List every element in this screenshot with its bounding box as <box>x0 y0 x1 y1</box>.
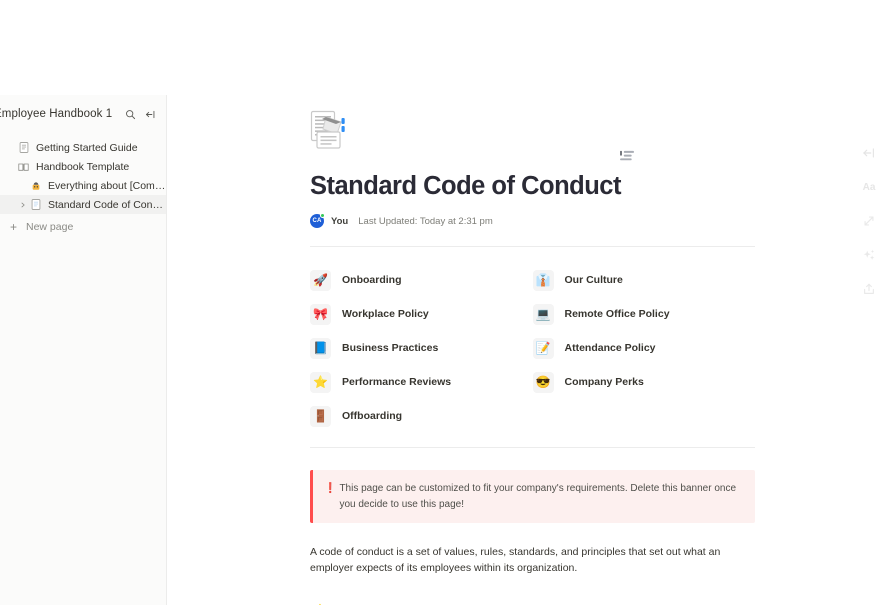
search-icon[interactable] <box>125 109 136 120</box>
avatar[interactable]: CA <box>310 213 325 229</box>
expand-fullwidth-icon[interactable] <box>861 213 877 229</box>
sunglasses-face-icon: 😎 <box>532 371 554 393</box>
list-item[interactable]: 🚪 Offboarding <box>310 399 533 433</box>
open-book-icon <box>16 162 31 172</box>
divider-bottom <box>310 447 755 449</box>
memo-icon: 📝 <box>532 337 554 359</box>
door-icon: 🚪 <box>310 405 331 427</box>
online-status-dot <box>320 213 325 219</box>
sidebar-item-label: Everything about [Company] <box>48 179 166 192</box>
collapse-sidebar-icon[interactable] <box>145 109 156 120</box>
links-column-right: 👔 Our Culture 💻 Remote Office Policy 📝 A… <box>532 263 756 433</box>
document-icon <box>16 142 31 153</box>
sidebar-item-label: Handbook Template <box>36 160 130 173</box>
ai-sparkle-icon[interactable] <box>861 247 877 263</box>
sidebar-item-handbook-template[interactable]: Handbook Template <box>0 157 166 176</box>
warning-banner-text: This page can be customized to fit your … <box>339 483 737 510</box>
workspace-title[interactable]: Employee Handbook 1 <box>0 108 125 120</box>
share-upload-icon[interactable] <box>861 281 877 297</box>
laptop-icon: 💻 <box>532 303 554 325</box>
list-item[interactable]: ⭐ Performance Reviews <box>310 365 533 399</box>
warning-banner[interactable]: ❗ This page can be customized to fit you… <box>310 470 755 524</box>
list-item[interactable]: 📘 Business Practices <box>310 331 533 365</box>
page-links-grid: 🚀 Onboarding 🎀 Workplace Policy 📘 Busine… <box>310 263 755 433</box>
plus-icon: + <box>9 219 17 234</box>
document-icon <box>28 199 43 210</box>
sidebar: Employee Handbook 1 Getting Started Guid… <box>0 95 167 605</box>
sidebar-item-standard-code-of-conduct[interactable]: Standard Code of Conduct <box>0 195 166 214</box>
new-page-label: New page <box>26 220 74 233</box>
star-icon: ⭐ <box>310 371 331 393</box>
list-item-label: Business Practices <box>342 342 439 355</box>
sidebar-header: Employee Handbook 1 <box>0 100 166 128</box>
divider-top <box>310 246 755 248</box>
list-item[interactable]: 👔 Our Culture <box>532 263 756 297</box>
list-item[interactable]: 💻 Remote Office Policy <box>532 297 756 331</box>
last-updated-label: Last Updated: Today at 2:31 pm <box>358 215 493 227</box>
pages-stack-icon[interactable] <box>310 110 352 150</box>
person-emoji-icon <box>28 181 43 191</box>
list-item[interactable]: 📝 Attendance Policy <box>532 331 756 365</box>
list-item[interactable]: 🎀 Workplace Policy <box>310 297 533 331</box>
list-item-label: Performance Reviews <box>342 376 452 389</box>
font-size-aa-icon[interactable]: Aa <box>861 179 877 195</box>
sidebar-page-list: Getting Started Guide Handbook Template … <box>0 138 166 236</box>
list-item-label: Onboarding <box>342 274 402 287</box>
exclamation-icon: ❗ <box>324 483 337 495</box>
list-item-label: Company Perks <box>564 376 644 389</box>
sidebar-item-label: Getting Started Guide <box>36 141 138 154</box>
list-item-label: Attendance Policy <box>564 342 656 355</box>
sidebar-item-everything-about-company[interactable]: Everything about [Company] <box>0 176 166 195</box>
list-item[interactable]: 😎 Company Perks <box>532 365 756 399</box>
blue-book-icon: 📘 <box>310 337 331 359</box>
links-column-left: 🚀 Onboarding 🎀 Workplace Policy 📘 Busine… <box>310 263 533 433</box>
chevron-right-icon[interactable] <box>18 202 28 208</box>
main-content: Standard Code of Conduct CA You Last Upd… <box>167 0 885 605</box>
document-body: Standard Code of Conduct CA You Last Upd… <box>310 110 755 605</box>
sidebar-item-label: Standard Code of Conduct <box>48 198 166 211</box>
app-window: Employee Handbook 1 Getting Started Guid… <box>0 0 885 605</box>
list-item-label: Our Culture <box>564 274 623 287</box>
sidebar-item-getting-started-guide[interactable]: Getting Started Guide <box>0 138 166 157</box>
page-meta: CA You Last Updated: Today at 2:31 pm <box>310 213 755 229</box>
rocket-icon: 🚀 <box>310 269 331 291</box>
page-title[interactable]: Standard Code of Conduct <box>310 172 755 200</box>
necktie-icon: 👔 <box>532 269 554 291</box>
right-toolbar: Aa <box>853 145 885 297</box>
collapse-right-icon[interactable] <box>861 145 877 161</box>
author-label: You <box>331 215 349 227</box>
intro-paragraph[interactable]: A code of conduct is a set of values, ru… <box>310 545 755 577</box>
list-item-label: Workplace Policy <box>342 308 429 321</box>
new-page-button[interactable]: + New page <box>0 217 166 236</box>
ribbon-icon: 🎀 <box>310 303 331 325</box>
sidebar-header-actions <box>125 109 166 120</box>
list-item-label: Remote Office Policy <box>564 308 670 321</box>
list-item[interactable]: 🚀 Onboarding <box>310 263 533 297</box>
list-item-label: Offboarding <box>342 410 403 423</box>
